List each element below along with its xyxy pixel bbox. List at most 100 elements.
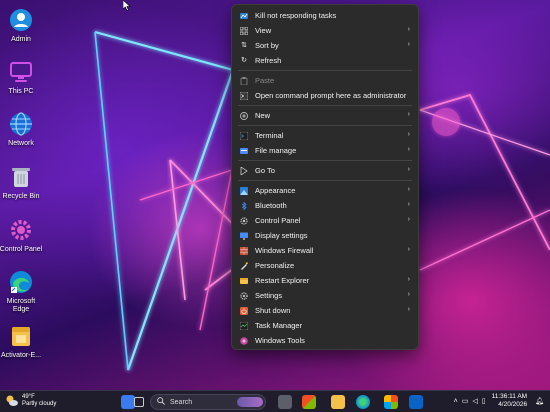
menu-item-windows-tools[interactable]: Windows Tools xyxy=(236,333,414,348)
system-tray: ˄ ▭ ◁ ▯ 11:36:11 AM 4/20/2026 🔔︎ xyxy=(452,393,546,409)
file-explorer-icon[interactable] xyxy=(278,395,292,409)
task-view-icon[interactable] xyxy=(134,397,144,407)
menu-item-restart-explorer[interactable]: Restart Explorer › xyxy=(236,273,414,288)
desktop-icon-label: Control Panel xyxy=(0,246,43,253)
chevron-right-icon: › xyxy=(407,291,410,298)
clock-time: 11:36:11 AM xyxy=(491,393,528,400)
menu-item-display-settings[interactable]: Display settings xyxy=(236,228,414,243)
menu-item-terminal[interactable]: Terminal › xyxy=(236,128,414,143)
weather-condition: Partly cloudy xyxy=(22,401,57,407)
chevron-right-icon: › xyxy=(407,216,410,223)
file-manage-icon xyxy=(240,147,248,155)
view-grid-icon xyxy=(240,26,248,35)
menu-item-open-command-prompt-admin[interactable]: Open command prompt here as administrato… xyxy=(236,88,414,103)
weather-widget[interactable]: 49°F Partly cloudy xyxy=(5,394,56,408)
shut-down-icon xyxy=(240,306,248,315)
menu-item-paste[interactable]: Paste xyxy=(236,73,414,88)
task-manager-icon xyxy=(240,321,248,330)
menu-item-settings[interactable]: Settings › xyxy=(236,288,414,303)
chevron-up-icon[interactable]: ˄ xyxy=(454,398,458,405)
globe-icon xyxy=(7,110,35,138)
menu-item-shut-down[interactable]: Shut down › xyxy=(236,303,414,318)
appearance-icon xyxy=(240,186,248,195)
chevron-right-icon: › xyxy=(407,131,410,138)
search-placeholder: Search xyxy=(170,398,193,406)
chevron-right-icon: › xyxy=(407,201,410,208)
menu-item-bluetooth[interactable]: Bluetooth › xyxy=(236,198,414,213)
desktop-icon-label: Recycle Bin xyxy=(2,193,40,200)
menu-separator xyxy=(238,160,412,161)
folder-icon[interactable] xyxy=(331,395,345,409)
chevron-right-icon: › xyxy=(407,276,410,283)
partly-cloudy-icon xyxy=(6,395,18,406)
desktop-icon-control-panel[interactable]: Control Panel xyxy=(0,216,42,254)
chevron-right-icon: › xyxy=(407,26,410,33)
menu-item-new[interactable]: New › xyxy=(236,108,414,123)
settings-gear-icon xyxy=(240,291,248,300)
personalize-icon xyxy=(240,261,248,270)
menu-item-view[interactable]: View › xyxy=(236,23,414,38)
desktop-icon-label: Microsoft Edge xyxy=(6,298,36,313)
menu-item-refresh[interactable]: ↻ Refresh xyxy=(236,53,414,68)
windows-tools-icon xyxy=(240,336,248,345)
chevron-right-icon: › xyxy=(407,306,410,313)
microsoft-store-icon[interactable] xyxy=(302,395,316,409)
clock-date: 4/20/2026 xyxy=(498,401,528,408)
menu-item-windows-firewall[interactable]: Windows Firewall › xyxy=(236,243,414,258)
desktop-icon-this-pc[interactable]: This PC xyxy=(0,58,42,96)
menu-separator xyxy=(238,180,412,181)
edge-icon[interactable] xyxy=(356,395,370,409)
sort-icon: ⇅ xyxy=(241,41,247,49)
refresh-icon: ↻ xyxy=(241,56,247,64)
start-button-icon[interactable] xyxy=(121,395,135,409)
monitor-icon xyxy=(7,58,35,86)
menu-item-personalize[interactable]: Personalize xyxy=(236,258,414,273)
menu-item-file-manage[interactable]: File manage › xyxy=(236,143,414,158)
battery-icon[interactable]: ▯ xyxy=(482,397,486,405)
menu-item-appearance[interactable]: Appearance › xyxy=(236,183,414,198)
desktop-icon-label: Admin xyxy=(11,36,31,43)
notification-bell-icon[interactable]: 🔔︎ xyxy=(535,397,544,405)
network-icon[interactable]: ▭ xyxy=(462,397,469,405)
menu-item-sort-by[interactable]: ⇅ Sort by › xyxy=(236,38,414,53)
outlook-icon[interactable] xyxy=(409,395,423,409)
chevron-right-icon: › xyxy=(407,111,410,118)
search-highlight-image xyxy=(237,397,263,407)
desktop-icon-network[interactable]: Network xyxy=(0,110,42,148)
desktop-icon-label: This PC xyxy=(8,88,34,95)
menu-separator xyxy=(238,105,412,106)
weather-temperature: 49°F xyxy=(22,394,35,400)
desktop-icon-label: Activator-E... xyxy=(0,352,42,359)
paste-icon xyxy=(240,76,248,85)
desktop-icon-label: Network xyxy=(8,140,34,147)
control-panel-icon xyxy=(240,216,248,225)
menu-item-kill-not-responding-tasks[interactable]: Kill not responding tasks xyxy=(236,8,414,23)
chevron-right-icon: › xyxy=(407,186,410,193)
desktop-context-menu: Kill not responding tasks View › ⇅ Sort … xyxy=(231,4,419,350)
terminal-prompt-icon xyxy=(240,91,248,100)
search-icon xyxy=(157,397,165,407)
folder-icon xyxy=(7,322,35,350)
user-folder-icon xyxy=(7,6,35,34)
desktop-icon-recycle-bin[interactable]: Recycle Bin xyxy=(0,163,42,201)
go-to-icon xyxy=(240,166,248,175)
mouse-cursor-icon xyxy=(123,0,131,11)
desktop-icon-microsoft-edge[interactable]: Microsoft Edge xyxy=(0,268,42,314)
menu-separator xyxy=(238,70,412,71)
terminal-icon xyxy=(240,131,248,140)
bluetooth-icon xyxy=(240,201,248,210)
taskbar: 49°F Partly cloudy Search ˄ ▭ ◁ ▯ 11:36:… xyxy=(0,390,550,412)
desktop-icon-activator[interactable]: Activator-E... xyxy=(0,322,42,360)
edge-icon xyxy=(7,268,35,296)
volume-icon[interactable]: ◁ xyxy=(472,397,477,405)
taskbar-search-box[interactable]: Search xyxy=(150,394,266,410)
store-grid-icon[interactable] xyxy=(384,395,398,409)
taskbar-clock[interactable]: 11:36:11 AM 4/20/2026 xyxy=(492,393,528,409)
display-settings-icon xyxy=(240,232,248,240)
menu-item-control-panel[interactable]: Control Panel › xyxy=(236,213,414,228)
new-plus-icon xyxy=(240,111,248,120)
chevron-right-icon: › xyxy=(407,146,410,153)
menu-item-go-to[interactable]: Go To › xyxy=(236,163,414,178)
desktop-icon-admin[interactable]: Admin xyxy=(0,6,42,44)
menu-item-task-manager[interactable]: Task Manager xyxy=(236,318,414,333)
